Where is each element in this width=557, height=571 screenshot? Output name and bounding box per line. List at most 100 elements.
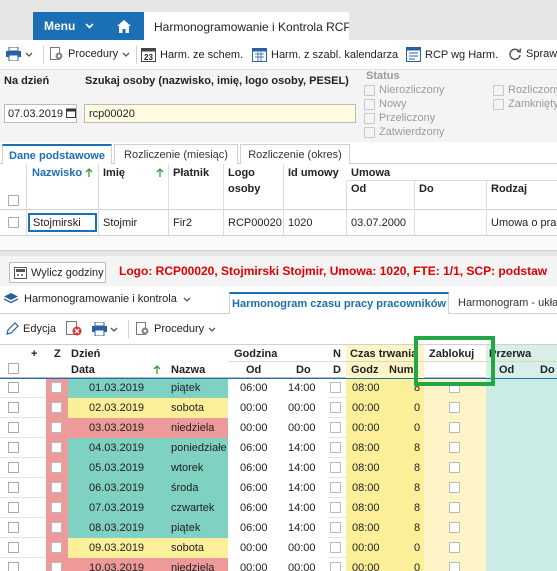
header-id-umowy[interactable]: Id umowy <box>288 167 339 179</box>
header-num[interactable]: Num <box>389 364 413 376</box>
table-row[interactable]: 07.03.2019 czwartek 06:00 14:00 08:00 8 <box>0 498 557 518</box>
header-godz[interactable]: Godz <box>351 364 379 376</box>
z-checkbox[interactable] <box>51 422 62 433</box>
cell-nazwisko[interactable]: Stojmirski <box>28 213 97 232</box>
table-row[interactable]: 10.03.2019 niedziela 00:00 00:00 00:00 0 <box>0 558 557 571</box>
zablokuj-checkbox[interactable] <box>449 562 460 571</box>
status-checkbox[interactable] <box>364 98 375 110</box>
table-row[interactable]: 09.03.2019 sobota 00:00 00:00 00:00 0 <box>0 538 557 558</box>
select-all-checkbox[interactable] <box>8 195 19 206</box>
spraw-button[interactable]: Spraw <box>508 47 557 61</box>
status-checkbox[interactable] <box>364 84 375 96</box>
status-checkbox[interactable] <box>493 98 504 110</box>
zablokuj-checkbox[interactable] <box>449 502 460 513</box>
zablokuj-checkbox[interactable] <box>449 422 460 433</box>
row-checkbox[interactable] <box>8 462 19 473</box>
header-od[interactable]: Od <box>351 183 366 195</box>
header-z[interactable]: Z <box>54 348 61 360</box>
header-zablokuj[interactable]: Zablokuj <box>429 348 474 360</box>
z-checkbox[interactable] <box>51 382 62 393</box>
menu-button[interactable]: Menu <box>33 12 104 40</box>
n-checkbox[interactable] <box>330 462 341 473</box>
n-checkbox[interactable] <box>330 542 341 553</box>
app-tab[interactable]: Harmonogramowanie i Kontrola RCP <box>144 12 349 40</box>
n-checkbox[interactable] <box>330 522 341 533</box>
n-checkbox[interactable] <box>330 422 341 433</box>
tab-harmonogram-czasu[interactable]: Harmonogram czasu pracy pracowników <box>229 292 449 314</box>
header-logo[interactable]: Logo <box>228 167 255 179</box>
zablokuj-checkbox[interactable] <box>449 402 460 413</box>
tab-harmonogram-uklad[interactable]: Harmonogram - ukła <box>458 297 557 309</box>
status-checkbox[interactable] <box>493 84 504 96</box>
procedury-button[interactable]: Procedury <box>136 322 216 336</box>
print-button[interactable] <box>92 322 118 336</box>
header-godzina-od[interactable]: Od <box>246 364 261 376</box>
header-n[interactable]: N <box>333 348 341 360</box>
harm-kal-button[interactable]: Harm. z szabl. kalendarza <box>252 47 398 62</box>
status-checkbox[interactable] <box>364 112 375 124</box>
select-all-checkbox[interactable] <box>8 363 19 374</box>
row-checkbox[interactable] <box>8 442 19 453</box>
table-row[interactable]: 02.03.2019 sobota 00:00 00:00 00:00 0 <box>0 398 557 418</box>
zablokuj-checkbox[interactable] <box>449 542 460 553</box>
n-checkbox[interactable] <box>330 502 341 513</box>
status-zatwierdzony[interactable]: Zatwierdzony <box>364 126 444 138</box>
table-row[interactable]: 06.03.2019 środa 06:00 14:00 08:00 8 <box>0 478 557 498</box>
tab-rozliczenie-okres[interactable]: Rozliczenie (okres) <box>240 144 350 164</box>
edycja-button[interactable]: Edycja <box>6 322 56 335</box>
procedury-button[interactable]: Procedury <box>50 47 130 61</box>
header-do[interactable]: Do <box>419 183 434 195</box>
row-checkbox[interactable] <box>8 382 19 393</box>
zablokuj-checkbox[interactable] <box>449 442 460 453</box>
z-checkbox[interactable] <box>51 402 62 413</box>
status-nowy[interactable]: Nowy <box>364 98 407 110</box>
row-checkbox[interactable] <box>8 402 19 413</box>
na-dzien-input[interactable]: 07.03.2019 <box>4 104 77 123</box>
header-przerwa-do[interactable]: Do <box>540 364 555 376</box>
z-checkbox[interactable] <box>51 542 62 553</box>
wylicz-godziny-button[interactable]: Wylicz godziny <box>9 262 106 283</box>
table-row[interactable]: 05.03.2019 wtorek 06:00 14:00 08:00 8 <box>0 458 557 478</box>
row-checkbox[interactable] <box>8 542 19 553</box>
row-checkbox[interactable] <box>8 217 19 228</box>
zablokuj-checkbox[interactable] <box>449 462 460 473</box>
print-button[interactable] <box>6 47 33 61</box>
header-nazwisko[interactable]: Nazwisko <box>32 167 82 179</box>
table-row[interactable]: 08.03.2019 piątek 06:00 14:00 08:00 8 <box>0 518 557 538</box>
harmonogramowanie-dropdown[interactable]: Harmonogramowanie i kontrola <box>4 293 191 305</box>
n-checkbox[interactable] <box>330 562 341 571</box>
zablokuj-checkbox[interactable] <box>449 482 460 493</box>
szukaj-input[interactable]: rcp00020 <box>84 104 356 123</box>
header-d[interactable]: D <box>333 364 341 376</box>
status-przeliczony[interactable]: Przeliczony <box>364 112 435 124</box>
z-checkbox[interactable] <box>51 522 62 533</box>
status-checkbox[interactable] <box>364 126 375 138</box>
header-nazwa[interactable]: Nazwa <box>171 364 205 376</box>
n-checkbox[interactable] <box>330 482 341 493</box>
header-platnik[interactable]: Płatnik <box>173 167 209 179</box>
header-rodzaj[interactable]: Rodzaj <box>491 183 527 195</box>
row-checkbox[interactable] <box>8 562 19 571</box>
row-checkbox[interactable] <box>8 522 19 533</box>
zablokuj-checkbox[interactable] <box>449 522 460 533</box>
header-data[interactable]: Data <box>71 364 95 376</box>
header-imie[interactable]: Imię <box>103 167 125 179</box>
status-zamkniety[interactable]: Zamknięty <box>493 98 557 110</box>
n-checkbox[interactable] <box>330 442 341 453</box>
n-checkbox[interactable] <box>330 382 341 393</box>
header-plus[interactable]: + <box>31 348 37 360</box>
status-rozliczony[interactable]: Rozliczony <box>493 84 557 96</box>
table-row[interactable]: 01.03.2019 piątek 06:00 14:00 08:00 8 <box>0 378 557 398</box>
delete-button[interactable] <box>66 321 82 336</box>
row-checkbox[interactable] <box>8 482 19 493</box>
z-checkbox[interactable] <box>51 462 62 473</box>
zablokuj-checkbox[interactable] <box>449 382 460 393</box>
table-row[interactable]: 04.03.2019 poniedziałe 06:00 14:00 08:00 8 <box>0 438 557 458</box>
status-nierozliczony[interactable]: Nierozliczony <box>364 84 444 96</box>
rcp-harm-button[interactable]: RCP wg Harm. <box>406 47 498 62</box>
row-checkbox[interactable] <box>8 502 19 513</box>
z-checkbox[interactable] <box>51 502 62 513</box>
z-checkbox[interactable] <box>51 562 62 571</box>
harm-schem-button[interactable]: 23 Harm. ze schem. <box>141 47 243 62</box>
header-przerwa-od[interactable]: Od <box>499 364 514 376</box>
